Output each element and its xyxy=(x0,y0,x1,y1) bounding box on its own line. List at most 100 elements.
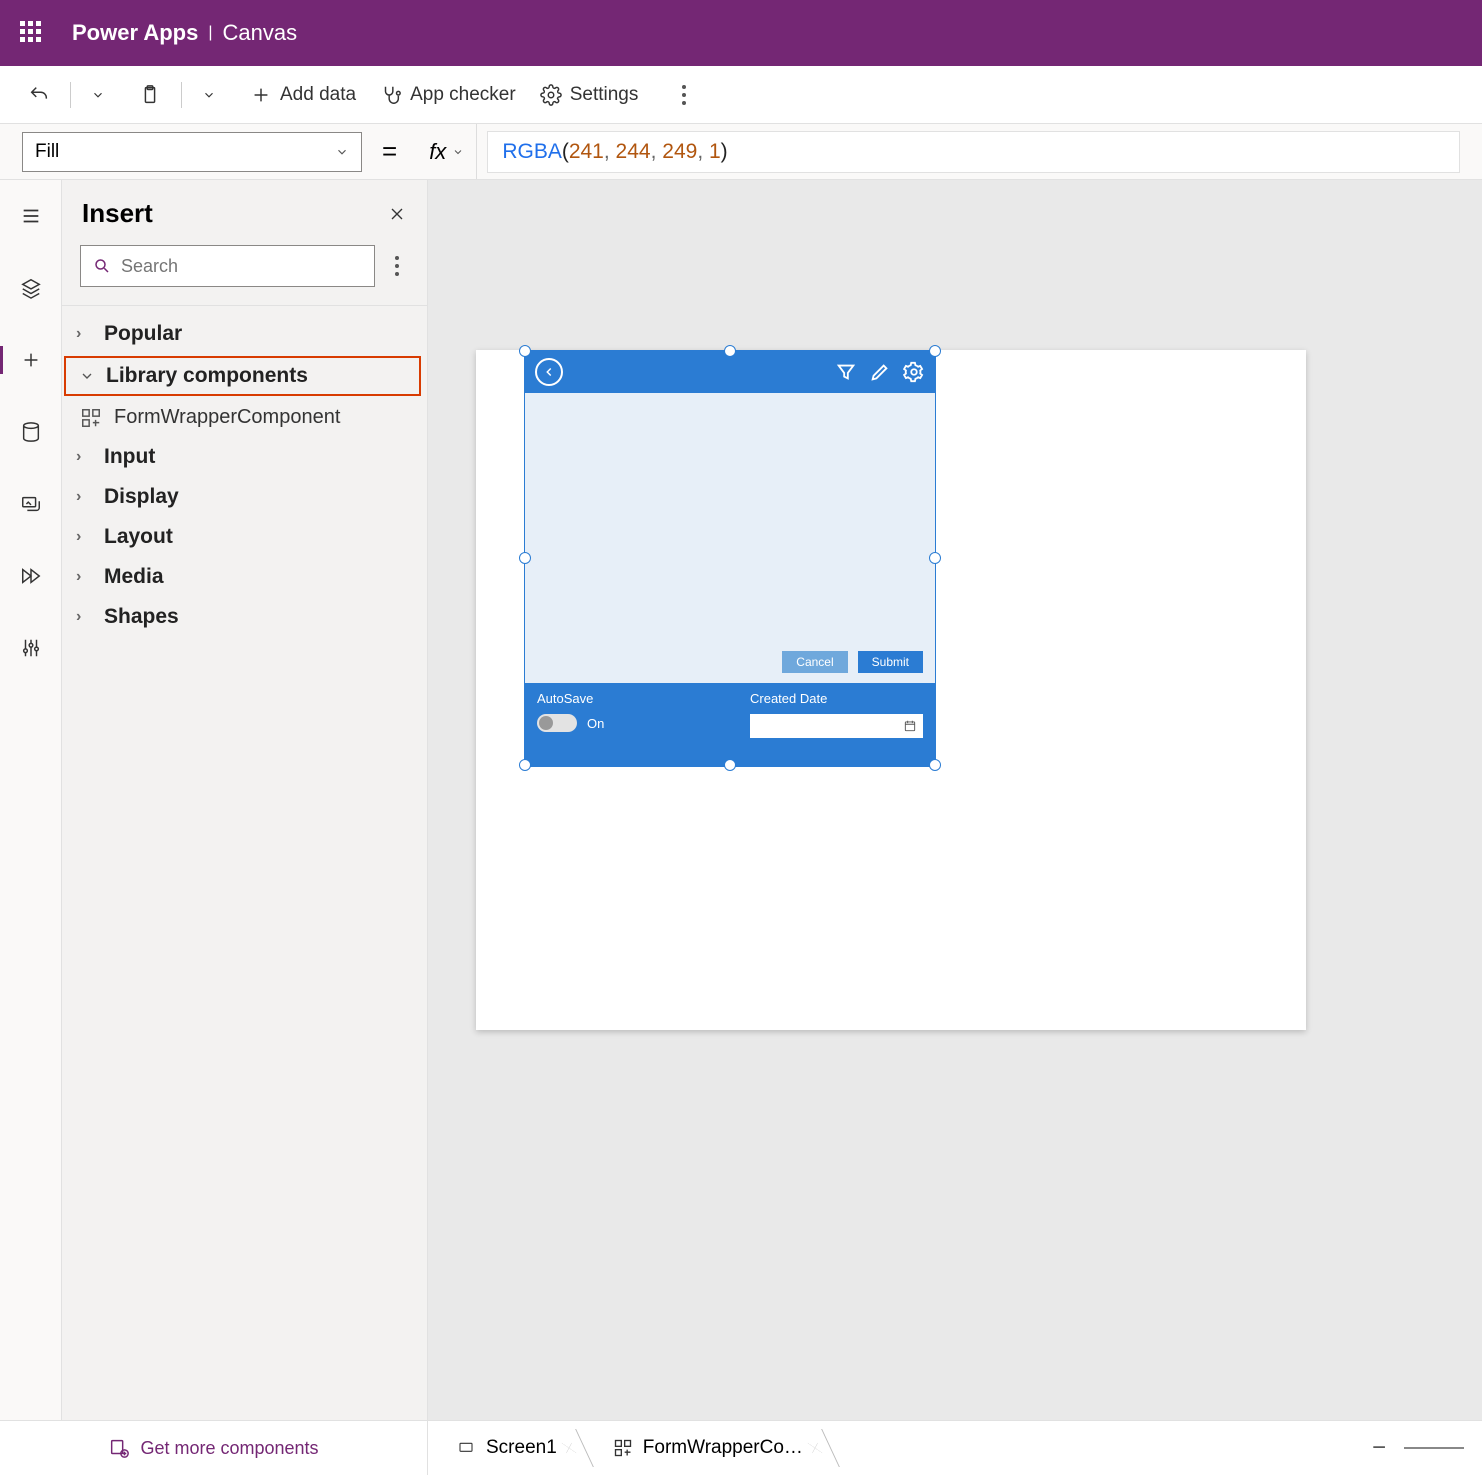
hamburger-button[interactable] xyxy=(9,196,53,236)
filter-icon[interactable] xyxy=(835,361,857,383)
app-launcher-icon[interactable] xyxy=(20,21,44,45)
breadcrumb-screen[interactable]: Screen1 xyxy=(438,1421,575,1475)
category-shapes[interactable]: › Shapes xyxy=(62,597,427,637)
plus-icon xyxy=(250,84,272,106)
insert-button[interactable] xyxy=(9,340,53,380)
data-button[interactable] xyxy=(9,412,53,452)
close-icon[interactable] xyxy=(387,204,407,224)
selected-component[interactable]: Cancel Submit AutoSave On Created Date xyxy=(524,350,936,766)
app-checker-button[interactable]: App checker xyxy=(370,78,526,112)
command-bar: Add data App checker Settings xyxy=(0,66,1482,124)
chevron-right-icon: › xyxy=(76,568,94,586)
app-checker-label: App checker xyxy=(410,84,516,106)
advanced-tools-button[interactable] xyxy=(9,628,53,668)
settings-label: Settings xyxy=(570,84,639,106)
chevron-down-icon xyxy=(335,145,349,159)
add-data-button[interactable]: Add data xyxy=(240,78,366,112)
formula-input[interactable]: RGBA(241, 244, 249, 1) xyxy=(487,131,1460,173)
autosave-toggle[interactable] xyxy=(537,714,577,732)
category-label: Layout xyxy=(104,525,173,549)
resize-handle[interactable] xyxy=(724,759,736,771)
gear-icon[interactable] xyxy=(903,361,925,383)
get-more-components-button[interactable]: Get more components xyxy=(0,1421,428,1475)
breadcrumb-component[interactable]: FormWrapperCo… xyxy=(595,1421,821,1475)
flow-icon xyxy=(20,565,42,587)
clipboard-icon xyxy=(139,84,161,106)
resize-handle[interactable] xyxy=(929,759,941,771)
plus-icon xyxy=(20,349,42,371)
component-formwrapper[interactable]: FormWrapperComponent xyxy=(62,398,427,437)
category-label: Input xyxy=(104,445,155,469)
search-field[interactable] xyxy=(121,256,362,277)
divider xyxy=(181,82,182,108)
paste-button[interactable] xyxy=(129,78,171,112)
calendar-icon xyxy=(903,719,917,733)
category-media[interactable]: › Media xyxy=(62,557,427,597)
property-name: Fill xyxy=(35,141,59,163)
add-data-label: Add data xyxy=(280,84,356,106)
resize-handle[interactable] xyxy=(929,345,941,357)
resize-handle[interactable] xyxy=(519,552,531,564)
overflow-menu[interactable] xyxy=(662,79,706,111)
chevron-right-icon: › xyxy=(76,325,94,343)
autosave-label: AutoSave xyxy=(537,691,710,706)
component-icon xyxy=(80,407,102,429)
media-icon xyxy=(20,493,42,515)
resize-handle[interactable] xyxy=(519,345,531,357)
arrow-left-icon xyxy=(542,365,556,379)
formula-function: RGBA xyxy=(502,140,562,164)
component-label: FormWrapperComponent xyxy=(114,406,340,429)
category-library-components[interactable]: Library components xyxy=(64,356,421,396)
settings-button[interactable]: Settings xyxy=(530,78,649,112)
category-layout[interactable]: › Layout xyxy=(62,517,427,557)
property-selector[interactable]: Fill xyxy=(22,132,362,172)
app-header: Power Apps | Canvas xyxy=(0,0,1482,66)
header-separator: | xyxy=(208,24,212,42)
panel-overflow-menu[interactable] xyxy=(385,256,409,276)
component-body: Cancel Submit xyxy=(525,393,935,683)
database-icon xyxy=(20,421,42,443)
category-input[interactable]: › Input xyxy=(62,437,427,477)
category-popular[interactable]: › Popular xyxy=(62,314,427,354)
resize-handle[interactable] xyxy=(519,759,531,771)
cancel-button[interactable]: Cancel xyxy=(782,651,847,673)
created-date-input[interactable] xyxy=(750,714,923,738)
app-name: Power Apps xyxy=(72,20,198,46)
autosave-value: On xyxy=(587,716,604,731)
category-label: Display xyxy=(104,485,179,509)
breadcrumbs: Screen1 FormWrapperCo… xyxy=(428,1421,1354,1475)
chevron-right-icon: › xyxy=(76,608,94,626)
sliders-icon xyxy=(20,637,42,659)
category-label: Media xyxy=(104,565,164,589)
power-automate-button[interactable] xyxy=(9,556,53,596)
more-vertical-icon xyxy=(672,85,696,105)
undo-dropdown[interactable] xyxy=(81,82,115,108)
back-button[interactable] xyxy=(535,358,563,386)
submit-button[interactable]: Submit xyxy=(858,651,923,673)
created-date-label: Created Date xyxy=(750,691,923,706)
breadcrumb-label: FormWrapperCo… xyxy=(643,1437,803,1459)
edit-icon[interactable] xyxy=(869,361,891,383)
media-button[interactable] xyxy=(9,484,53,524)
fx-button[interactable]: fx xyxy=(417,124,477,179)
search-input[interactable] xyxy=(80,245,375,287)
left-rail xyxy=(0,180,62,1420)
chevron-down-icon xyxy=(78,368,96,384)
chevron-down-icon xyxy=(91,88,105,102)
search-icon xyxy=(93,257,111,275)
panel-title: Insert xyxy=(82,198,153,229)
category-display[interactable]: › Display xyxy=(62,477,427,517)
resize-handle[interactable] xyxy=(724,345,736,357)
screen-artboard[interactable]: Cancel Submit AutoSave On Created Date xyxy=(476,350,1306,1030)
zoom-slider[interactable] xyxy=(1404,1447,1464,1449)
stethoscope-icon xyxy=(380,84,402,106)
resize-handle[interactable] xyxy=(929,552,941,564)
paste-dropdown[interactable] xyxy=(192,82,226,108)
undo-icon xyxy=(28,84,50,106)
category-list: › Popular Library components FormWrapper… xyxy=(62,306,427,645)
canvas-area[interactable]: Cancel Submit AutoSave On Created Date xyxy=(428,180,1482,1420)
tree-view-button[interactable] xyxy=(9,268,53,308)
screen-icon xyxy=(456,1440,476,1456)
undo-button[interactable] xyxy=(18,78,60,112)
zoom-out-button[interactable]: − xyxy=(1372,1434,1386,1462)
